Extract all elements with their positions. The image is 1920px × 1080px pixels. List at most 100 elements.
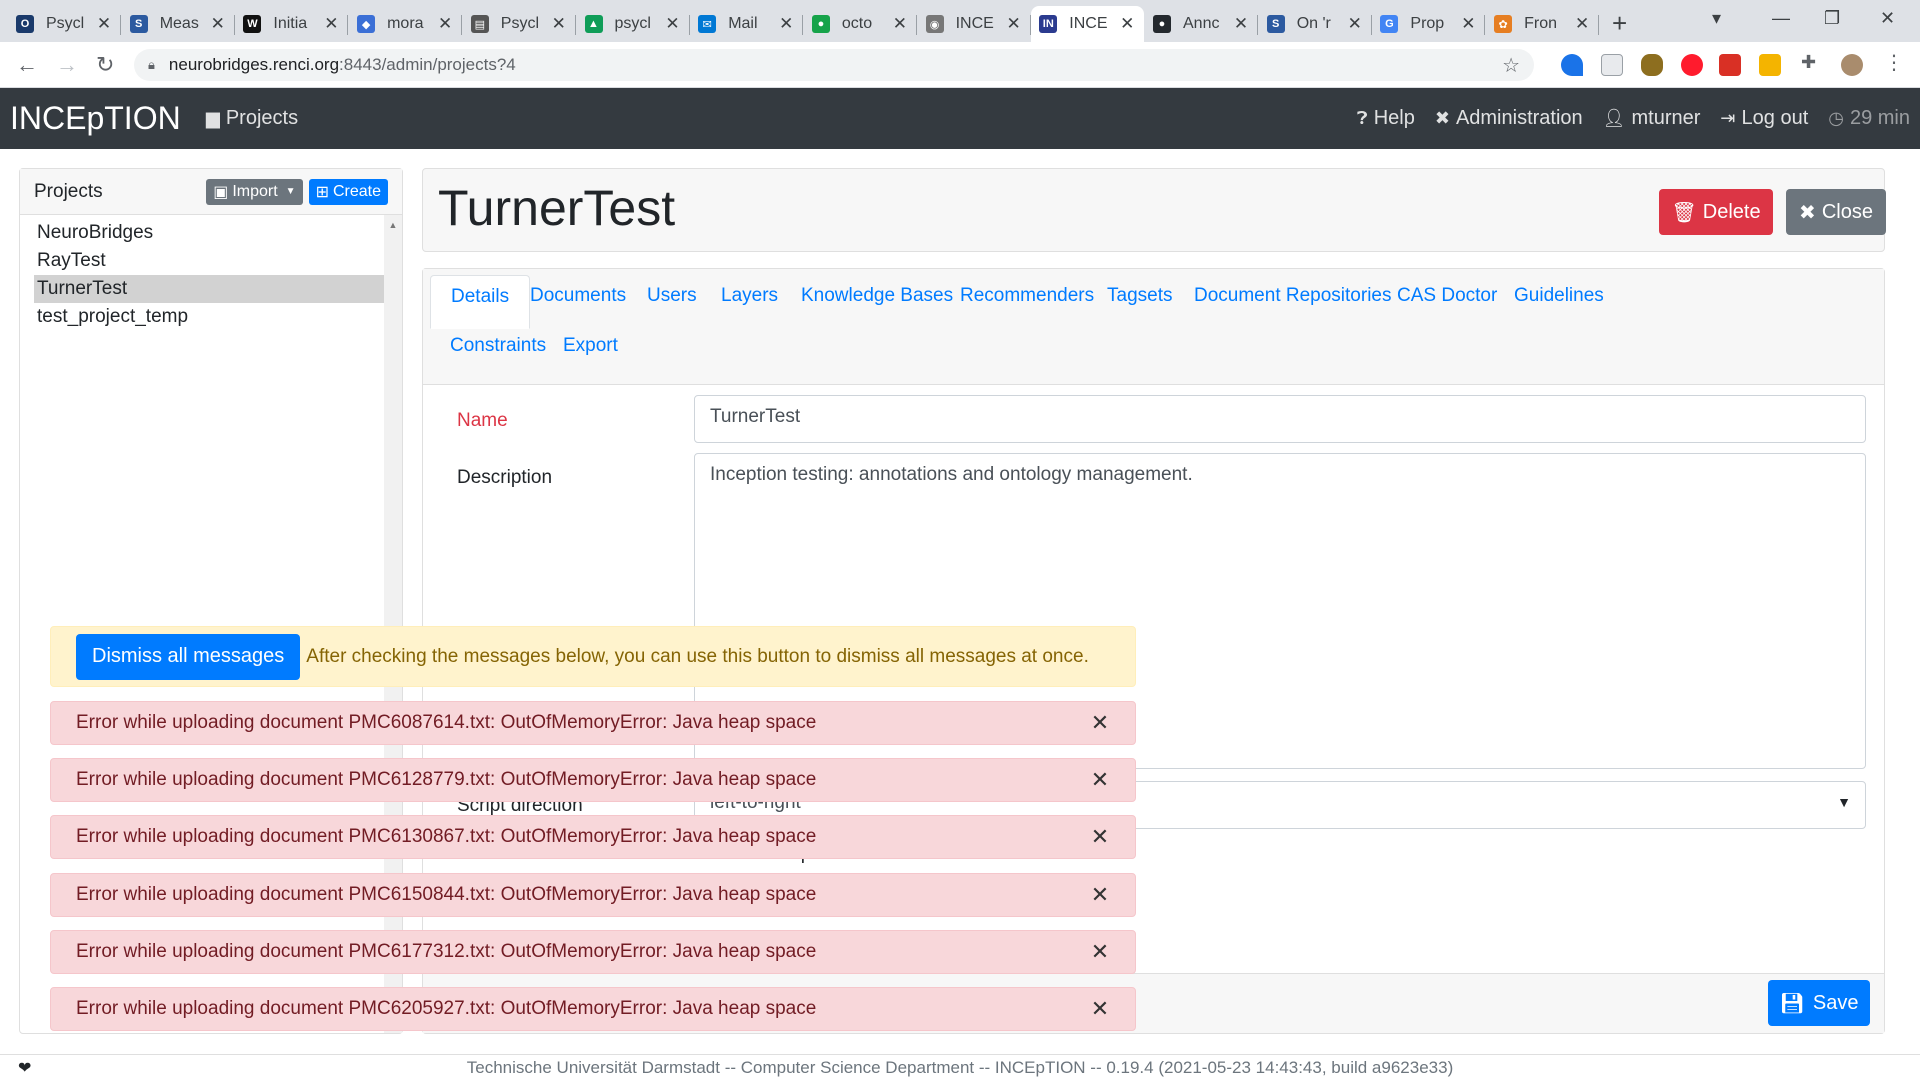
- close-icon[interactable]: ✕: [1085, 710, 1115, 736]
- url-path: :8443/admin/projects?4: [339, 55, 516, 74]
- tab-close-icon[interactable]: ✕: [891, 14, 909, 34]
- window-close-icon[interactable]: ✕: [1880, 8, 1895, 29]
- project-list-item[interactable]: RayTest: [34, 247, 386, 275]
- nav-projects-link[interactable]: ▆ Projects: [206, 107, 298, 130]
- caret-down-icon: ▼: [285, 186, 296, 197]
- tab-favicon-icon: S: [129, 15, 148, 33]
- tab-search-icon[interactable]: ▾: [1712, 8, 1721, 29]
- back-arrow-icon[interactable]: ←: [16, 52, 38, 78]
- close-icon[interactable]: ✕: [1085, 882, 1115, 908]
- close-icon: ✖: [1799, 201, 1816, 224]
- tab-favicon-icon: ✿: [1494, 15, 1513, 33]
- error-message-text: Error while uploading document PMC612877…: [76, 769, 817, 790]
- bookmark-star-icon[interactable]: ☆: [1502, 53, 1520, 78]
- tab-title: octo: [841, 15, 873, 32]
- tab-close-icon[interactable]: ✕: [1346, 14, 1364, 34]
- tab-document-repositories[interactable]: Document Repositories: [1174, 275, 1411, 317]
- import-button[interactable]: ▣ Import ▼: [206, 178, 303, 205]
- close-icon[interactable]: ✕: [1085, 824, 1115, 850]
- extension-rss-icon[interactable]: [1759, 54, 1781, 76]
- browser-tab[interactable]: G Prop ✕: [1372, 6, 1486, 42]
- close-icon[interactable]: ✕: [1085, 939, 1115, 965]
- close-icon[interactable]: ✕: [1085, 996, 1115, 1022]
- browser-tab[interactable]: ◆ mora ✕: [349, 6, 463, 42]
- reload-icon[interactable]: ↻: [96, 52, 114, 78]
- error-message-text: Error while uploading document PMC613086…: [76, 826, 817, 847]
- nav-help-link[interactable]: ❓︎ Help: [1357, 107, 1415, 130]
- browser-tab[interactable]: O Psycl ✕: [8, 6, 121, 42]
- browser-tab[interactable]: IN INCE ✕: [1031, 6, 1145, 42]
- tab-close-icon[interactable]: ✕: [777, 14, 795, 34]
- app-navbar: INCEpTION ▆ Projects ❓︎ Help ✖ Administrat…: [0, 88, 1920, 149]
- tab-close-icon[interactable]: ✕: [1573, 14, 1591, 34]
- url-field[interactable]: 🔒︎ neurobridges.renci.org:8443/admin/pro…: [134, 49, 1534, 81]
- minimize-icon[interactable]: —: [1772, 8, 1790, 29]
- browser-tab[interactable]: ◉ INCE ✕: [918, 6, 1031, 42]
- tab-close-icon[interactable]: ✕: [436, 14, 454, 34]
- close-button[interactable]: ✖ Close: [1786, 189, 1886, 235]
- tab-title: INCE: [1069, 15, 1108, 32]
- session-timer-label: 29 min: [1849, 107, 1910, 129]
- tab-close-icon[interactable]: ✕: [664, 14, 682, 34]
- tab-close-icon[interactable]: ✕: [322, 14, 340, 34]
- import-button-label: Import: [232, 182, 278, 200]
- plus-square-icon: ⊞: [315, 183, 329, 201]
- tab-close-icon[interactable]: ✕: [1005, 14, 1023, 34]
- extension-red-icon[interactable]: [1719, 54, 1741, 76]
- dismiss-all-button[interactable]: Dismiss all messages: [76, 633, 301, 680]
- tab-close-icon[interactable]: ✕: [1118, 14, 1136, 34]
- tab-export[interactable]: Export: [543, 325, 638, 367]
- tab-favicon-icon: ●: [811, 15, 830, 33]
- browser-tab[interactable]: ▲ psycl ✕: [577, 6, 690, 42]
- tab-title: Meas: [159, 15, 199, 32]
- browser-tab[interactable]: ● Annc ✕: [1145, 6, 1258, 42]
- nav-logout-link[interactable]: ⇥ Log out: [1720, 107, 1808, 130]
- extensions-puzzle-icon[interactable]: ✚: [1801, 52, 1823, 74]
- address-bar-row: ← → ↻ 🔒︎ neurobridges.renci.org:8443/adm…: [0, 42, 1920, 88]
- project-list-item[interactable]: test_project_temp: [34, 303, 386, 331]
- scroll-up-icon[interactable]: ▲: [384, 220, 402, 230]
- nav-user-link[interactable]: 👤︎ mturner: [1603, 107, 1701, 130]
- browser-tab[interactable]: ● octo ✕: [804, 6, 917, 42]
- delete-button[interactable]: 🗑︎ Delete: [1659, 189, 1773, 235]
- tab-favicon-icon: O: [16, 15, 34, 33]
- create-button-label: Create: [332, 182, 381, 200]
- project-list-item[interactable]: TurnerTest: [34, 275, 386, 303]
- nav-logout-label: Log out: [1741, 107, 1809, 129]
- project-list-item[interactable]: NeuroBridges: [34, 219, 386, 247]
- extension-opera-icon[interactable]: [1681, 54, 1703, 76]
- project-tabs: Details Documents Users Layers Knowledge Bas…: [423, 269, 1884, 385]
- name-field[interactable]: TurnerTest: [694, 395, 1866, 443]
- browser-tab[interactable]: ✉ Mail ✕: [690, 6, 804, 42]
- error-message-text: Error while uploading document PMC615084…: [76, 884, 817, 905]
- browser-tab[interactable]: S On 'r ✕: [1259, 6, 1372, 42]
- create-button[interactable]: ⊞ Create: [308, 178, 388, 205]
- tab-guidelines[interactable]: Guidelines: [1494, 275, 1624, 317]
- forward-arrow-icon[interactable]: →: [56, 52, 78, 78]
- extension-doc-icon[interactable]: [1601, 54, 1623, 76]
- browser-menu-icon[interactable]: ⋮: [1884, 50, 1906, 74]
- new-tab-button[interactable]: +: [1612, 8, 1627, 39]
- extension-tortoise-icon[interactable]: [1641, 54, 1663, 76]
- browser-tab[interactable]: S Meas ✕: [122, 6, 235, 42]
- browser-tab[interactable]: ▤ Psycl ✕: [463, 6, 576, 42]
- tab-close-icon[interactable]: ✕: [550, 14, 568, 34]
- tab-close-icon[interactable]: ✕: [209, 14, 227, 34]
- save-icon: 💾︎: [1779, 992, 1805, 1015]
- browser-tab[interactable]: W Initia ✕: [235, 6, 349, 42]
- maximize-icon[interactable]: ❐: [1824, 8, 1840, 29]
- nav-user-label: mturner: [1631, 107, 1701, 129]
- tab-close-icon[interactable]: ✕: [1232, 14, 1250, 34]
- nav-administration-link[interactable]: ✖ Administration: [1435, 107, 1583, 130]
- tab-close-icon[interactable]: ✕: [1459, 14, 1477, 34]
- tab-close-icon[interactable]: ✕: [95, 14, 113, 34]
- profile-avatar[interactable]: [1841, 54, 1863, 76]
- tab-documents[interactable]: Documents: [510, 275, 646, 317]
- close-icon[interactable]: ✕: [1085, 767, 1115, 793]
- save-button[interactable]: 💾︎ Save: [1768, 980, 1870, 1026]
- tab-title: Psycl: [46, 15, 85, 32]
- browser-tab[interactable]: ✿ Fron ✕: [1486, 6, 1600, 42]
- error-message-text: Error while uploading document PMC617731…: [76, 941, 817, 962]
- extension-vee-icon[interactable]: [1561, 54, 1583, 76]
- brand-logo[interactable]: INCEpTION: [10, 100, 181, 137]
